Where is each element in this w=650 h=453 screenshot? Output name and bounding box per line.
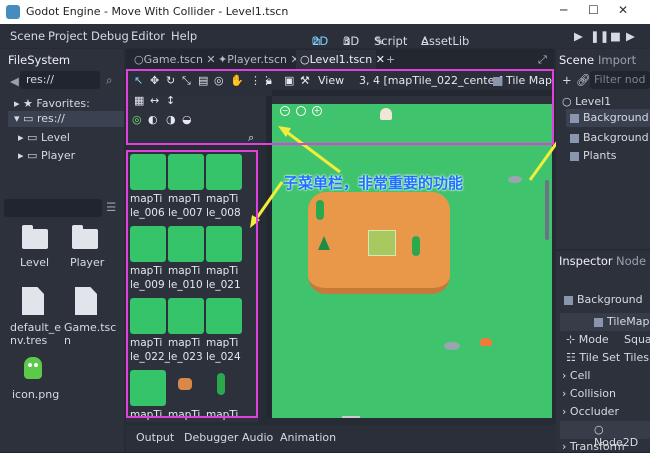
bottom-panel: Output Debugger Audio Animation bbox=[126, 425, 556, 452]
link-icon[interactable]: 🔗︎ bbox=[576, 73, 591, 87]
tilemap-icon bbox=[564, 295, 573, 305]
node-background-2[interactable]: Background bbox=[570, 131, 649, 144]
tilemap-icon bbox=[570, 133, 579, 143]
base-class-header: ○ Node2D bbox=[560, 421, 650, 449]
tab-import[interactable]: Import bbox=[598, 53, 636, 67]
annotation-arrows bbox=[250, 124, 570, 228]
prop-mode-value[interactable]: Squa bbox=[624, 333, 650, 346]
highlight-toolbar bbox=[126, 69, 554, 145]
tab-debugger[interactable]: Debugger bbox=[184, 431, 238, 444]
tilemap-icon bbox=[594, 317, 603, 327]
prop-mode[interactable]: ⊹ Mode bbox=[566, 333, 609, 346]
node-plants[interactable]: Plants bbox=[570, 149, 616, 162]
add-node-icon[interactable]: + bbox=[562, 73, 572, 87]
section-occluder[interactable]: › Occluder bbox=[562, 405, 619, 418]
section-transform[interactable]: › Transform bbox=[562, 440, 625, 453]
tilemap-icon bbox=[570, 151, 579, 161]
node-level1[interactable]: ○ Level1 bbox=[562, 95, 611, 108]
section-cell[interactable]: › Cell bbox=[562, 369, 590, 382]
tileset-icon: ☷ bbox=[566, 351, 576, 364]
inspector-dock: Inspector Node Background TileMap ⊹ Mode… bbox=[556, 251, 650, 453]
node-background-selected[interactable]: Background bbox=[566, 109, 650, 127]
prop-tileset-value[interactable]: Tiles bbox=[624, 351, 649, 364]
highlight-palette bbox=[126, 150, 258, 418]
arrow-to-palette bbox=[252, 181, 284, 223]
tab-animation[interactable]: Animation bbox=[280, 431, 336, 444]
inspected-object: Background bbox=[564, 293, 643, 306]
tab-audio[interactable]: Audio bbox=[242, 431, 273, 444]
class-header: TileMap bbox=[560, 313, 650, 331]
tab-inspector[interactable]: Inspector bbox=[559, 254, 613, 268]
tab-node[interactable]: Node bbox=[616, 254, 646, 268]
node2d-icon: ○ bbox=[594, 423, 604, 436]
godot-window: Godot Engine - Move With Collider - Leve… bbox=[0, 0, 650, 453]
node-filter-input[interactable]: Filter nod bbox=[590, 71, 650, 89]
tilemap-icon bbox=[570, 113, 579, 123]
scene-dock: Scene Import + 🔗︎ Filter nod ○ Level1 Ba… bbox=[556, 49, 650, 249]
tab-output[interactable]: Output bbox=[136, 431, 174, 444]
tab-scene[interactable]: Scene bbox=[559, 53, 594, 67]
section-collision[interactable]: › Collision bbox=[562, 387, 616, 400]
mode-icon: ⊹ bbox=[566, 333, 576, 346]
prop-tileset[interactable]: ☷ Tile Set bbox=[566, 351, 620, 364]
